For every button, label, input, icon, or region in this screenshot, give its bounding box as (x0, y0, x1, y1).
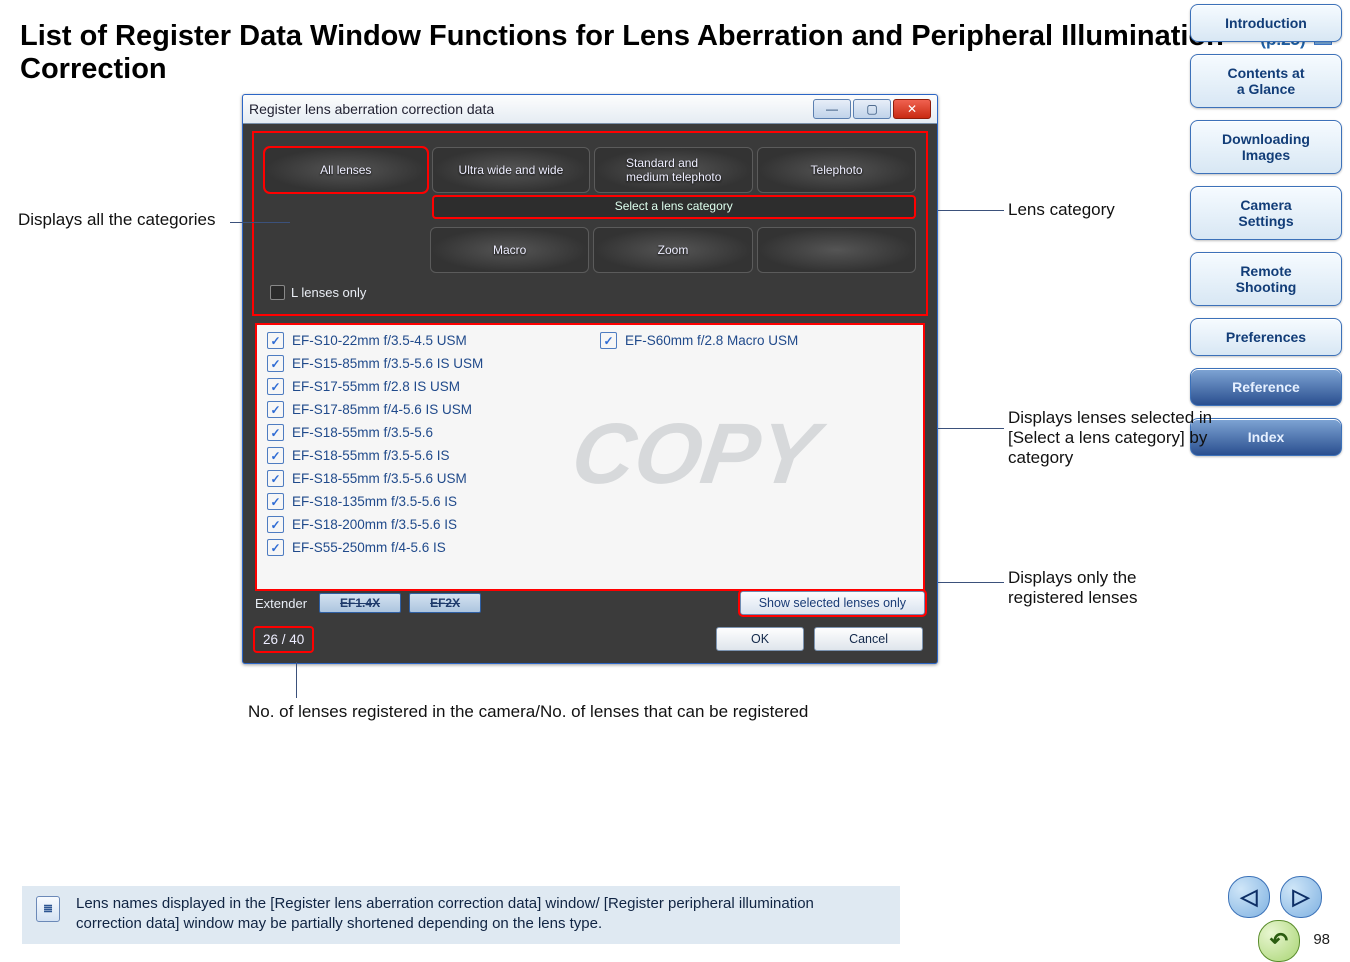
extender-bar: Extender EF1.4X EF2X Show selected lense… (255, 591, 925, 615)
callout-lens-category: Lens category (1008, 200, 1115, 220)
leader-line (296, 662, 297, 698)
dialog-actions: 26 / 40 OK Cancel (255, 627, 923, 651)
checkmark-icon: ✓ (267, 401, 284, 418)
lens-row[interactable]: ✓EF-S18-55mm f/3.5-5.6 IS (257, 444, 590, 467)
note-text: Lens names displayed in the [Register le… (76, 895, 814, 932)
note-box: ≣ Lens names displayed in the [Register … (22, 886, 900, 945)
checkmark-icon: ✓ (600, 332, 617, 349)
page-title: List of Register Data Window Functions f… (20, 20, 1252, 86)
checkmark-icon: ✓ (267, 424, 284, 441)
category-all-lenses[interactable]: All lenses (264, 147, 428, 193)
nav-sidebar: Introduction Contents at a Glance Downlo… (1190, 4, 1342, 456)
show-selected-lenses-button[interactable]: Show selected lenses only (740, 591, 925, 615)
prev-page-button[interactable]: ◁ (1228, 876, 1270, 918)
window-minimize-icon[interactable]: — (813, 99, 851, 119)
leader-line (938, 582, 1004, 583)
lens-row[interactable]: ✓EF-S10-22mm f/3.5-4.5 USM (257, 329, 590, 352)
leader-line (938, 428, 1004, 429)
lens-row[interactable]: ✓EF-S17-55mm f/2.8 IS USM (257, 375, 590, 398)
checkmark-icon: ✓ (267, 332, 284, 349)
l-lenses-only-label: L lenses only (291, 285, 366, 300)
nav-reference[interactable]: Reference (1190, 368, 1342, 406)
dialog-title: Register lens aberration correction data (249, 101, 494, 117)
page-title-bar: List of Register Data Window Functions f… (0, 0, 1350, 86)
checkmark-icon: ✓ (267, 493, 284, 510)
lens-counter: 26 / 40 (255, 628, 312, 651)
checkmark-icon: ✓ (267, 516, 284, 533)
nav-preferences[interactable]: Preferences (1190, 318, 1342, 356)
register-dialog: Register lens aberration correction data… (242, 94, 938, 664)
checkmark-icon: ✓ (267, 470, 284, 487)
lens-row[interactable]: ✓EF-S60mm f/2.8 Macro USM (590, 329, 923, 352)
cancel-button[interactable]: Cancel (814, 627, 923, 651)
checkmark-icon: ✓ (267, 539, 284, 556)
checkmark-icon: ✓ (267, 447, 284, 464)
lens-row[interactable]: ✓EF-S17-85mm f/4-5.6 IS USM (257, 398, 590, 421)
category-macro[interactable]: Macro (430, 227, 589, 273)
extender-ef14x-button[interactable]: EF1.4X (319, 593, 401, 613)
next-page-button[interactable]: ▷ (1280, 876, 1322, 918)
page-number: 98 (1313, 931, 1330, 948)
category-extender-thumb[interactable] (757, 227, 916, 273)
lens-list-col-right: ✓EF-S60mm f/2.8 Macro USM (590, 325, 923, 559)
lens-row[interactable]: ✓EF-S18-55mm f/3.5-5.6 (257, 421, 590, 444)
nav-remote-shooting[interactable]: Remote Shooting (1190, 252, 1342, 306)
window-close-icon[interactable]: ✕ (893, 99, 931, 119)
lens-row[interactable]: ✓EF-S15-85mm f/3.5-5.6 IS USM (257, 352, 590, 375)
info-icon: ≣ (36, 896, 60, 922)
callout-counter: No. of lenses registered in the camera/N… (248, 702, 808, 722)
category-ultra-wide[interactable]: Ultra wide and wide (432, 147, 591, 193)
nav-camera-settings[interactable]: Camera Settings (1190, 186, 1342, 240)
lens-row[interactable]: ✓EF-S18-200mm f/3.5-5.6 IS (257, 513, 590, 536)
dialog-titlebar: Register lens aberration correction data… (243, 95, 937, 124)
lens-row[interactable]: ✓EF-S18-55mm f/3.5-5.6 USM (257, 467, 590, 490)
checkmark-icon: ✓ (267, 378, 284, 395)
nav-introduction[interactable]: Introduction (1190, 4, 1342, 42)
category-telephoto[interactable]: Telephoto (757, 147, 916, 193)
lens-row[interactable]: ✓EF-S18-135mm f/3.5-5.6 IS (257, 490, 590, 513)
leader-line (230, 222, 290, 223)
lens-list-col-left: ✓EF-S10-22mm f/3.5-4.5 USM ✓EF-S15-85mm … (257, 325, 590, 559)
callout-displays-selected: Displays lenses selected in [Select a le… (1008, 408, 1230, 468)
extender-label: Extender (255, 596, 307, 611)
leader-line (938, 210, 1004, 211)
category-standard-telephoto[interactable]: Standard and medium telephoto (594, 147, 753, 193)
select-lens-category[interactable]: Select a lens category (432, 195, 917, 219)
l-lenses-only-checkbox[interactable]: L lenses only (264, 281, 916, 300)
category-zoom[interactable]: Zoom (593, 227, 752, 273)
window-maximize-icon[interactable]: ▢ (853, 99, 891, 119)
extender-ef2x-button[interactable]: EF2X (409, 593, 481, 613)
lens-row[interactable]: ✓EF-S55-250mm f/4-5.6 IS (257, 536, 590, 559)
category-panel: All lenses Ultra wide and wide Standard … (253, 132, 927, 315)
callout-all-categories: Displays all the categories (18, 210, 215, 230)
callout-displays-only-registered: Displays only the registered lenses (1008, 568, 1208, 608)
nav-contents[interactable]: Contents at a Glance (1190, 54, 1342, 108)
checkbox-icon (270, 285, 285, 300)
return-button[interactable]: ↶ (1258, 920, 1300, 962)
checkmark-icon: ✓ (267, 355, 284, 372)
ok-button[interactable]: OK (716, 627, 804, 651)
nav-downloading[interactable]: Downloading Images (1190, 120, 1342, 174)
page-nav: ◁ ▷ (1228, 876, 1322, 918)
lens-list: ✓EF-S10-22mm f/3.5-4.5 USM ✓EF-S15-85mm … (255, 323, 925, 591)
